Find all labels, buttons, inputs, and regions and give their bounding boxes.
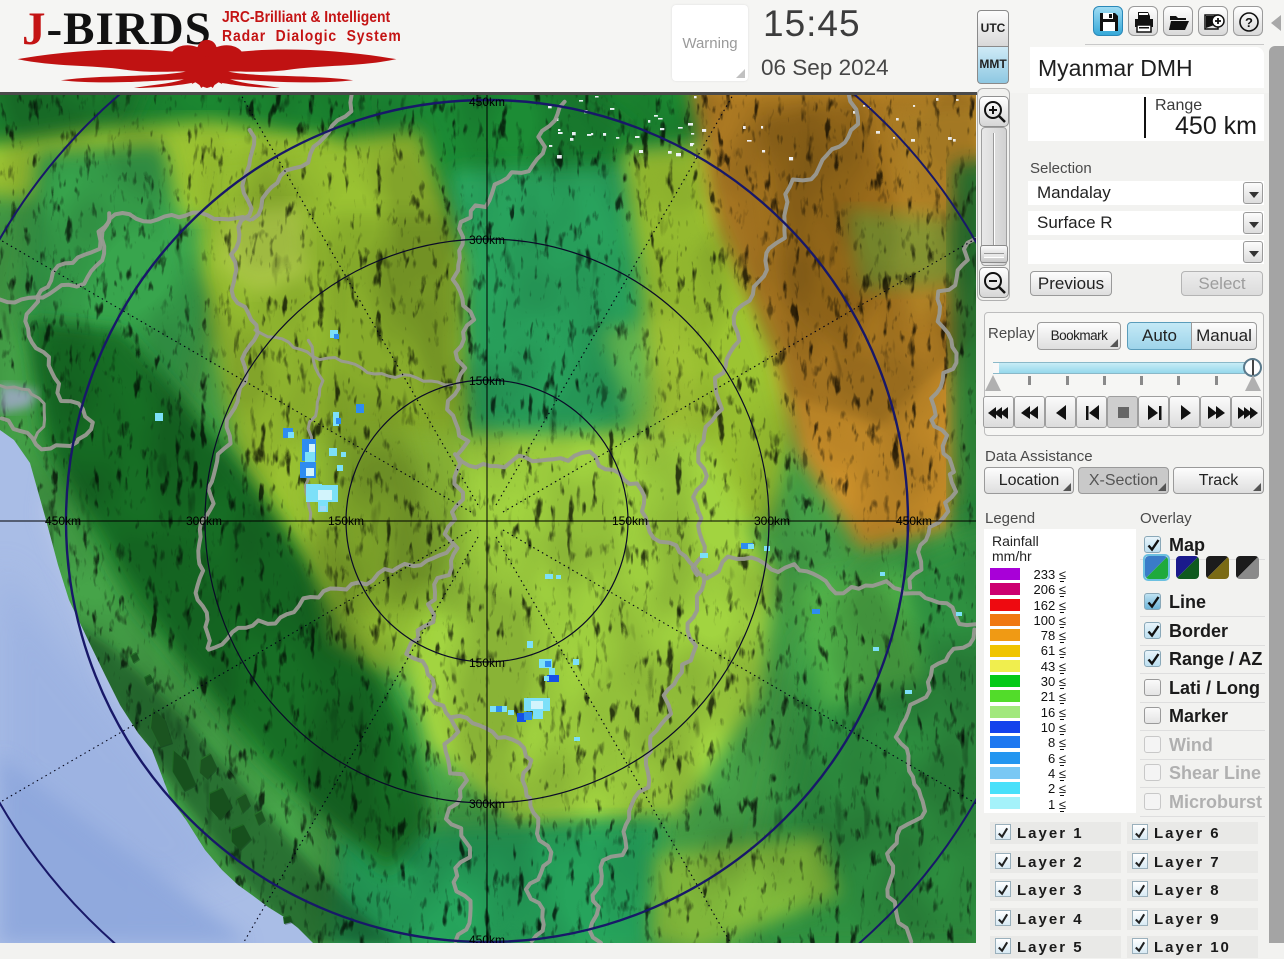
svg-text:?: ? (1245, 15, 1253, 30)
svg-text:150km: 150km (612, 514, 648, 528)
svg-text:450km: 450km (469, 933, 505, 943)
svg-text:450km: 450km (896, 514, 932, 528)
svg-text:150km: 150km (328, 514, 364, 528)
svg-text:300km: 300km (186, 514, 222, 528)
svg-text:450km: 450km (469, 95, 505, 109)
svg-text:150km: 150km (469, 374, 505, 388)
svg-text:300km: 300km (469, 233, 505, 247)
svg-text:150km: 150km (469, 656, 505, 670)
svg-text:300km: 300km (754, 514, 790, 528)
svg-text:450km: 450km (45, 514, 81, 528)
svg-text:300km: 300km (469, 797, 505, 811)
